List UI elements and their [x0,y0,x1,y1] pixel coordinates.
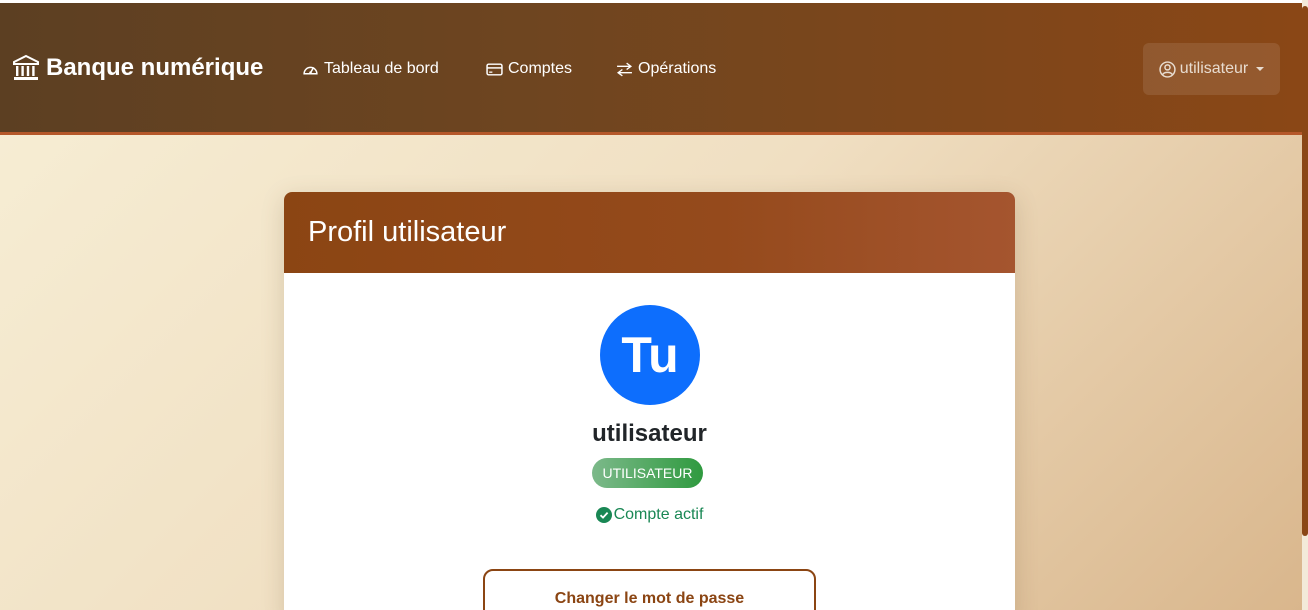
nav-link-label: Opérations [638,60,717,77]
avatar: Tu [600,305,700,405]
person-circle-icon [1159,60,1176,78]
check-circle-icon [595,507,612,523]
navbar: Banque numérique Tableau de bord Comptes… [0,3,1302,135]
user-menu-label: utilisateur [1179,60,1249,77]
speedometer-icon [303,66,318,74]
nav-link-tableau-de-bord[interactable]: Tableau de bord [302,58,439,80]
card-header: Profil utilisateur [284,192,1015,273]
account-status: Compte actif [284,506,1015,524]
brand-link[interactable]: Banque numérique [12,53,263,83]
bank-icon [13,54,39,80]
avatar-initials: Tu [621,327,679,383]
profile-title: Profil utilisateur [308,216,507,248]
account-status-label: Compte actif [613,506,704,523]
profile-username: utilisateur [592,420,707,447]
nav-link-comptes[interactable]: Comptes [486,58,572,80]
role-badge-label: UTILISATEUR [602,465,693,481]
profile-card: Profil utilisateur Tu utilisateur UTILIS… [284,192,1015,610]
change-password-label: Changer le mot de passe [554,590,745,607]
role-badge: UTILISATEUR [592,458,703,488]
arrow-left-right-icon [616,62,633,76]
chevron-down-icon [1256,67,1265,71]
change-password-button[interactable]: Changer le mot de passe [483,569,816,610]
scrollbar-thumb[interactable] [1302,6,1308,536]
credit-card-icon [486,62,503,76]
nav-link-label: Tableau de bord [324,60,439,77]
nav-link-operations[interactable]: Opérations [616,58,716,80]
user-menu-dropdown[interactable]: utilisateur [1143,43,1280,95]
brand-name: Banque numérique [46,54,264,81]
nav-link-label: Comptes [508,60,573,77]
